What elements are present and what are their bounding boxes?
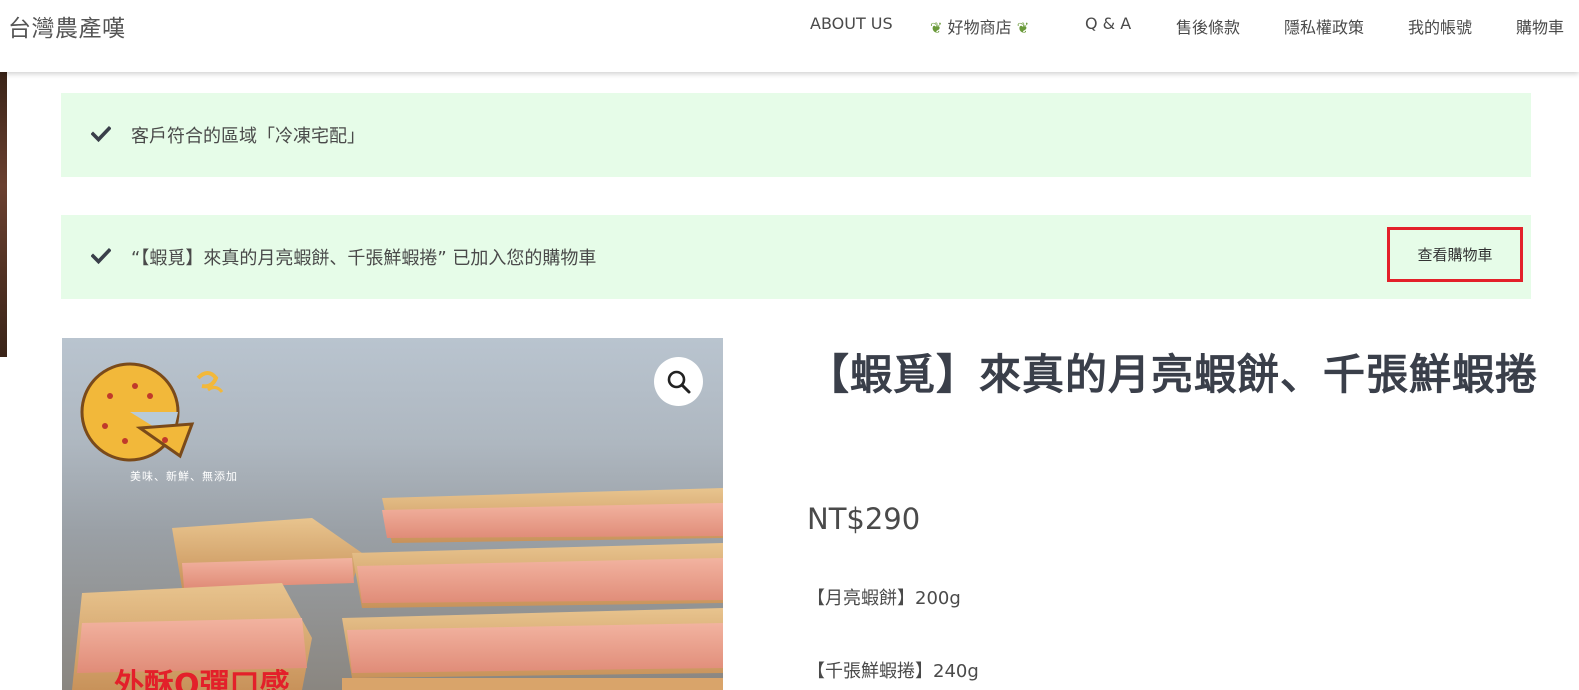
nav-item-privacy[interactable]: 隱私權政策 — [1284, 14, 1364, 38]
view-cart-button[interactable]: 查看購物車 — [1387, 227, 1523, 282]
product-image[interactable]: 美味、新鮮、無添加 外酥Q彈口感 — [62, 338, 723, 690]
shipping-notice-text: 客戶符合的區域「冷凍宅配」 — [131, 126, 365, 147]
leaf-icon: ❦ — [930, 19, 943, 37]
shipping-notice: 客戶符合的區域「冷凍宅配」 — [61, 93, 1531, 177]
main-nav: ABOUT US ❦ 好物商店 ❦ Q & A 售後條款 隱私權政策 我的帳號 … — [0, 14, 1579, 37]
added-to-cart-notice: “【蝦覓】來真的月亮蝦餅、千張鮮蝦捲” 已加入您的購物車 查看購物車 — [61, 215, 1531, 299]
search-icon — [667, 370, 690, 393]
pie-logo-icon — [80, 362, 224, 462]
nav-item-my-account[interactable]: 我的帳號 — [1408, 14, 1472, 38]
product-price: NT$290 — [807, 502, 921, 536]
nav-item-shop[interactable]: ❦ 好物商店 ❦ — [930, 14, 1029, 38]
brand-tagline: 美味、新鮮、無添加 — [130, 470, 238, 483]
nav-item-qa[interactable]: Q & A — [1085, 14, 1131, 33]
zoom-button[interactable] — [654, 357, 703, 406]
nav-item-shop-label: 好物商店 — [947, 18, 1012, 37]
nav-item-after-sales[interactable]: 售後條款 — [1176, 14, 1240, 38]
check-icon — [91, 247, 111, 265]
site-header: 台灣農產嘆 ABOUT US ❦ 好物商店 ❦ Q & A 售後條款 隱私權政策… — [0, 0, 1579, 72]
product-spec: 【千張鮮蝦捲】240g — [807, 661, 979, 682]
background-image-strip — [0, 72, 7, 357]
leaf-icon: ❦ — [1016, 19, 1030, 37]
product-spec: 【月亮蝦餅】200g — [807, 588, 961, 609]
added-to-cart-text: “【蝦覓】來真的月亮蝦餅、千張鮮蝦捲” 已加入您的購物車 — [131, 248, 597, 269]
nav-item-cart[interactable]: 購物車 — [1516, 14, 1564, 38]
product-title: 【蝦覓】來真的月亮蝦餅、千張鮮蝦捲 — [807, 350, 1539, 399]
nav-item-about-us[interactable]: ABOUT US — [810, 14, 893, 33]
promo-text: 外酥Q彈口感 — [114, 668, 290, 690]
check-icon — [91, 125, 111, 143]
